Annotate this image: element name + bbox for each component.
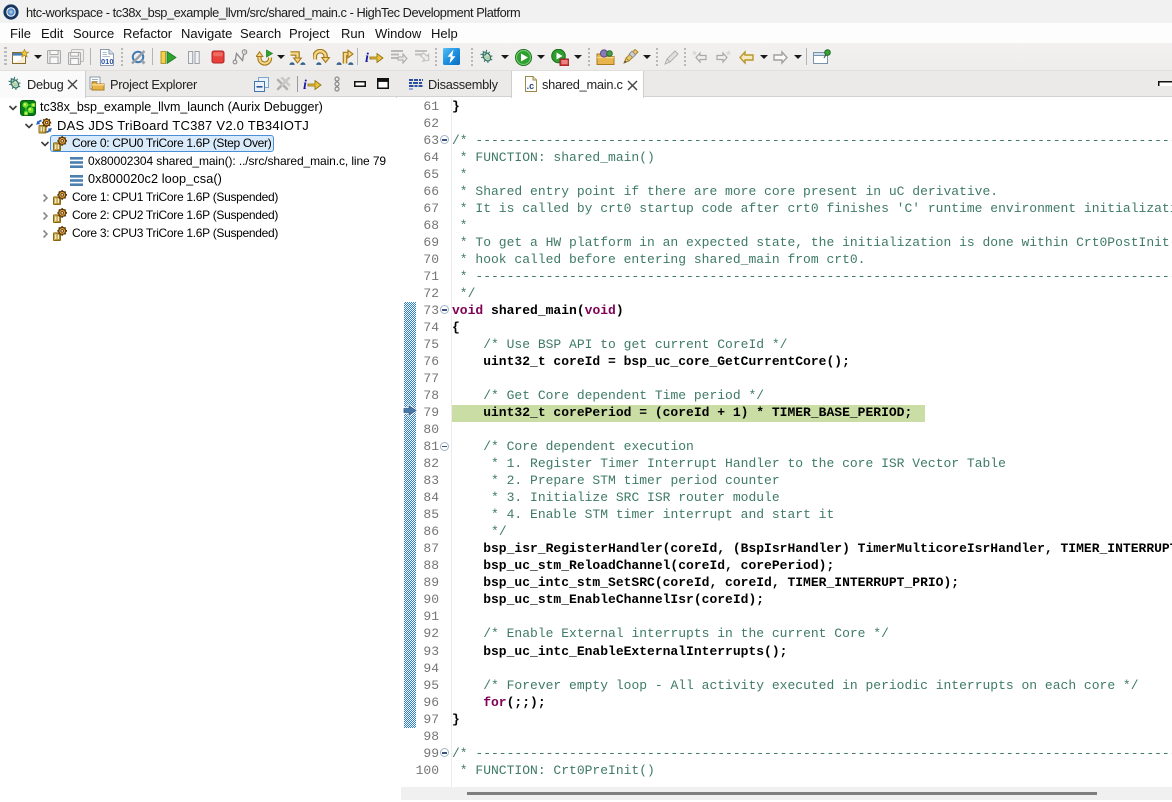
svg-text:i: i [303,78,307,92]
svg-text:.c: .c [527,81,535,91]
svg-text:i: i [365,51,369,65]
svg-text:010: 010 [101,57,114,66]
